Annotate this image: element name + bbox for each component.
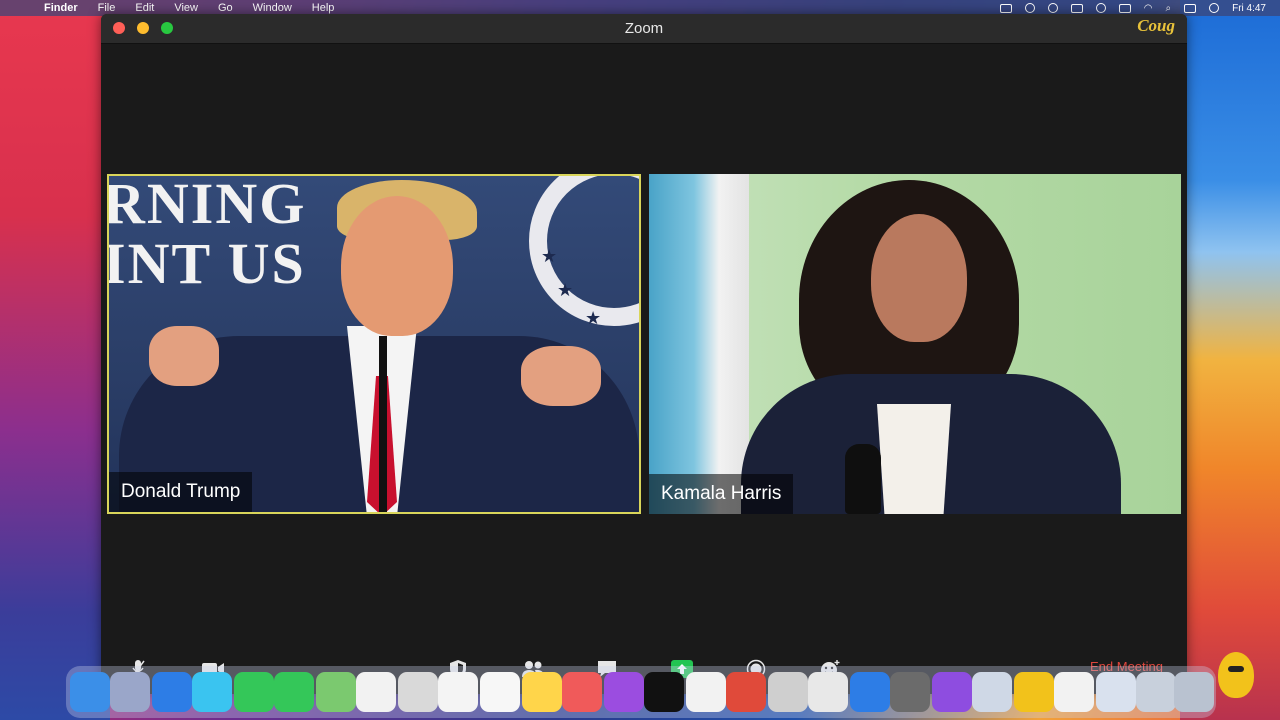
- app-icon[interactable]: [972, 672, 1012, 712]
- window-title: Zoom: [624, 20, 664, 37]
- zoom-window: Zoom Coug RNING INT US ★ ★ ★ Donald Trum…: [101, 14, 1187, 694]
- reminders-icon[interactable]: [480, 672, 520, 712]
- news-icon[interactable]: [686, 672, 726, 712]
- banner-text-line: RNING: [107, 174, 307, 236]
- banner-text-line: INT US: [107, 231, 306, 296]
- facetime-icon[interactable]: [274, 672, 314, 712]
- trash-icon[interactable]: [1174, 672, 1214, 712]
- background-banner-text: RNING INT US: [107, 174, 307, 296]
- person-blouse: [877, 404, 951, 514]
- microphone-stand: [379, 336, 387, 512]
- display-icon[interactable]: [999, 3, 1012, 13]
- wifi-icon[interactable]: ◠: [1144, 3, 1153, 14]
- menu-edit[interactable]: Edit: [135, 2, 154, 14]
- menubar-clock[interactable]: Fri 4:47: [1232, 3, 1266, 14]
- system-preferences-icon[interactable]: [890, 672, 930, 712]
- mail-icon[interactable]: [192, 672, 232, 712]
- calendar-icon[interactable]: [438, 672, 478, 712]
- launchpad-icon[interactable]: [110, 672, 150, 712]
- textedit-icon[interactable]: [808, 672, 848, 712]
- notes-icon[interactable]: [522, 672, 562, 712]
- person-face: [341, 196, 453, 336]
- chrome-icon[interactable]: [1014, 672, 1054, 712]
- safari-icon[interactable]: [152, 672, 192, 712]
- keyboard-icon[interactable]: [1070, 3, 1083, 13]
- meeting-video-area: RNING INT US ★ ★ ★ Donald Trump Kamala H…: [101, 44, 1187, 644]
- downloads-folder-icon[interactable]: [1096, 672, 1136, 712]
- battery-icon[interactable]: [1118, 3, 1131, 13]
- desktop-wallpaper-right: [1180, 0, 1280, 720]
- app-icon[interactable]: [932, 672, 972, 712]
- macos-dock: [66, 666, 1216, 718]
- person-face: [871, 214, 967, 342]
- document-icon[interactable]: [1136, 672, 1176, 712]
- microphone: [845, 444, 881, 514]
- maps-icon[interactable]: [316, 672, 356, 712]
- participant-name-label: Kamala Harris: [649, 474, 794, 514]
- menu-file[interactable]: File: [98, 2, 116, 14]
- control-center-icon[interactable]: [1184, 3, 1197, 13]
- photos-icon[interactable]: [356, 672, 396, 712]
- info-icon[interactable]: [1047, 3, 1058, 13]
- desktop-wallpaper-left: [0, 0, 110, 720]
- app-icon[interactable]: [1054, 672, 1094, 712]
- brand-watermark-logo: Coug: [1137, 16, 1175, 35]
- messages-icon[interactable]: [234, 672, 274, 712]
- mascot-sticker-icon: [1218, 652, 1254, 698]
- menu-help[interactable]: Help: [312, 2, 335, 14]
- tv-icon[interactable]: [644, 672, 684, 712]
- music-icon[interactable]: [562, 672, 602, 712]
- menu-app-name[interactable]: Finder: [44, 2, 78, 14]
- time-machine-icon[interactable]: [1024, 3, 1035, 13]
- person-hand: [149, 326, 219, 386]
- menu-go[interactable]: Go: [218, 2, 233, 14]
- siri-icon[interactable]: [1209, 3, 1220, 13]
- background-flag: [649, 174, 749, 514]
- window-titlebar: Zoom Coug: [101, 14, 1187, 44]
- podcasts-icon[interactable]: [604, 672, 644, 712]
- app-store-icon[interactable]: [850, 672, 890, 712]
- finder-icon[interactable]: [70, 672, 110, 712]
- contacts-icon[interactable]: [398, 672, 438, 712]
- video-tile-participant-2[interactable]: Kamala Harris: [649, 174, 1181, 514]
- keynote-icon[interactable]: [726, 672, 766, 712]
- star-icon: ★: [557, 280, 574, 300]
- participant-name-label: Donald Trump: [109, 472, 253, 512]
- person-hand: [521, 346, 601, 406]
- video-tile-participant-1[interactable]: RNING INT US ★ ★ ★ Donald Trump: [107, 174, 641, 514]
- star-icon: ★: [585, 308, 602, 328]
- menu-view[interactable]: View: [174, 2, 198, 14]
- menu-window[interactable]: Window: [253, 2, 292, 14]
- preview-icon[interactable]: [768, 672, 808, 712]
- star-icon: ★: [541, 246, 558, 266]
- user-icon[interactable]: [1095, 3, 1106, 13]
- spotlight-search-icon[interactable]: ⌕: [1165, 3, 1171, 14]
